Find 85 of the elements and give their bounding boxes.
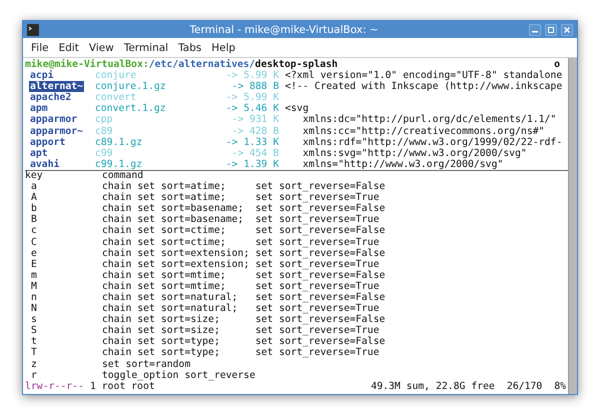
preview-line: <!-- Created with Inkscape (http://www.inkscape [285,81,562,92]
command-cell: chain set sort=extension; set sort_reverse=True [102,258,380,270]
directory-item[interactable]: apt [29,148,49,159]
terminal-icon [27,24,39,36]
disk-usage-text: 49.3M sum, 22.8G free [370,380,495,392]
preview-line: xmlns="http://www.w3.org/2000/svg" [302,158,504,170]
window-title: Terminal - mike@mike-VirtualBox: ~ [188,24,380,36]
directory-item[interactable]: apache2 [29,92,72,104]
directory-item[interactable]: apport [29,136,66,148]
key-cell-text: e [30,248,37,259]
key-cell-text: n [30,292,37,303]
command-cell: chain set sort=natural; set sort_reverse=False [102,292,386,304]
minimize-icon[interactable] [529,24,541,36]
key-cell-text: E [30,258,37,270]
file-size: -> 888 B [232,81,279,92]
menu-item[interactable]: Terminal [118,42,174,54]
current-path: /etc/alternatives/ [148,59,256,70]
directory-item[interactable]: alternat~ [29,81,84,92]
command-cell: set sort=random [102,358,190,370]
position-text: 26/170 [506,380,542,392]
key-cell-text: B [30,214,37,226]
column-header: key [25,170,44,182]
preview-line: xmlns:dc="http://purl.org/dc/elements/1.1/" [302,114,556,126]
file-size: -> 428 B [232,126,279,137]
close-icon[interactable] [561,24,573,36]
user-host: mike@mike-VirtualBox: [25,59,149,70]
file-size: -> 5.99 K [226,70,279,82]
command-cell: chain set sort=basename; set sort_reverse=True [102,214,380,226]
menu-item[interactable]: View [84,42,119,54]
directory-item[interactable]: apparmor [29,114,78,126]
command-cell: chain set sort=basename; set sort_reverse=False [102,203,386,214]
file-size: -> 5.99 K [226,92,279,104]
directory-item[interactable]: acpi [29,70,55,82]
command-cell: chain set sort=ctime; set sort_reverse=True [102,236,380,248]
key-cell-text: C [30,236,37,248]
preview-line: xmlns:svg="http://www.w3.org/2000/svg" [302,148,527,159]
file-size: -> 931 K [232,114,279,126]
command-cell: chain set sort=type; set sort_reverse=True [102,347,380,359]
owner-text: 1 root root [90,380,155,392]
command-cell: chain set sort=size; set sort_reverse=False [102,314,386,326]
key-cell-text: z [30,358,37,370]
menu-item[interactable]: Help [206,42,240,54]
percent-text: 8% [554,380,566,392]
key-cell-text: N [30,303,37,314]
command-cell: chain set sort=atime; set sort_reverse=False [102,181,386,192]
key-cell-text: M [30,280,37,292]
menu-item[interactable]: Edit [54,42,84,54]
key-cell-text: s [30,314,37,326]
key-cell-text: m [30,270,37,281]
preview-line: xmlns:cc="http://creativecommons.org/ns#" [302,126,545,137]
current-file: desktop-splash [255,59,338,70]
key-cell-text: c [30,225,37,236]
key-cell-text: b [30,203,37,214]
menu-item[interactable]: Tabs [173,42,206,54]
column-header: command [102,170,144,182]
command-cell: chain set sort=type; set sort_reverse=False [102,336,386,348]
command-cell: chain set sort=size; set sort_reverse=True [102,325,380,336]
command-cell: chain set sort=ctime; set sort_reverse=False [102,225,386,236]
preview-line: <?xml version="1.0" encoding="UTF-8" standalone [285,70,562,82]
directory-item[interactable]: apm [29,103,49,114]
key-cell-text: T [30,347,37,358]
preview-line: xmlns:rdf="http://www.w3.org/1999/02/22-rdf- [302,136,562,148]
file-size: -> 454 B [232,148,279,159]
file-size: -> 1.33 K [226,136,279,148]
maximize-icon[interactable] [545,24,557,36]
command-cell: chain set sort=atime; set sort_reverse=True [102,192,380,204]
command-cell: chain set sort=extension; set sort_reverse=False [102,248,386,259]
menu-item[interactable]: File [26,42,54,54]
key-cell-text: a [30,181,37,192]
file-size: -> 5.46 K [226,103,279,114]
directory-item[interactable]: avahi [29,158,60,170]
permissions-text: lrw-r--r-- [25,380,84,392]
file-size: -> 1.39 K [226,158,279,170]
command-cell: toggle_option sort_reverse [102,370,256,381]
scrollbar[interactable] [568,58,577,394]
key-cell-text: S [30,325,37,336]
command-cell: chain set sort=natural; set sort_reverse=True [102,303,380,314]
command-cell: chain set sort=mtime; set sort_reverse=True [102,280,380,292]
command-cell: chain set sort=mtime; set sort_reverse=False [102,270,386,281]
key-cell-text: t [30,336,37,348]
directory-item[interactable]: apparmor~ [29,126,84,137]
key-cell-text: A [30,192,37,204]
preview-line: <svg [285,103,309,114]
key-cell-text: r [30,370,37,381]
flags-indicator: o [554,59,560,70]
